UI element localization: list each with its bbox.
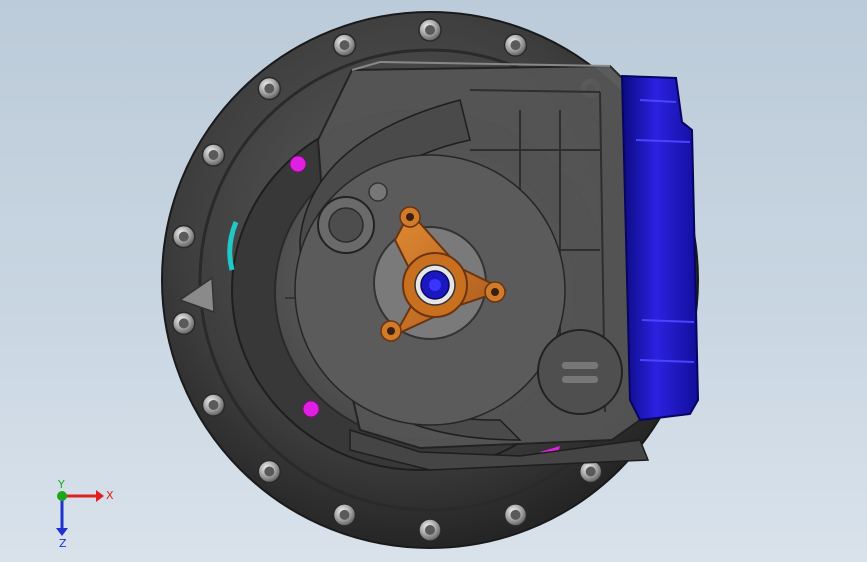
x-axis-label: X [106, 489, 114, 502]
marker-lower [302, 400, 320, 418]
boss-small [368, 182, 388, 202]
marker-upper [289, 155, 307, 173]
flange-bolt-hole [178, 318, 189, 329]
flange-bolt-hole [264, 83, 275, 94]
flange-bolt-hole [585, 466, 596, 477]
z-axis-arrow [56, 528, 68, 536]
z-axis-label: Z [59, 537, 67, 548]
flange-bolt-hole [510, 40, 521, 51]
flange-bolt-hole [208, 400, 219, 410]
cad-viewport[interactable]: X Y Z [0, 0, 867, 562]
blue-end-cover [620, 74, 700, 422]
flange-bolt-hole [339, 509, 350, 520]
flange-bolt-hole [425, 525, 435, 535]
y-axis-label: Y [57, 478, 65, 491]
x-axis-arrow [96, 490, 104, 502]
flange-bolt-hole [178, 231, 189, 242]
flange-bolt-hole [510, 509, 521, 520]
coordinate-triad: X Y Z [56, 478, 114, 548]
flange-bolt-hole [208, 150, 219, 160]
flange-bolt-hole [425, 25, 435, 35]
cap-lower-right [537, 329, 623, 415]
y-axis-dot [57, 491, 67, 501]
flange-bolt-hole [264, 466, 275, 477]
flange-bolt-hole [339, 40, 350, 51]
gearbox-model[interactable] [0, 0, 867, 562]
